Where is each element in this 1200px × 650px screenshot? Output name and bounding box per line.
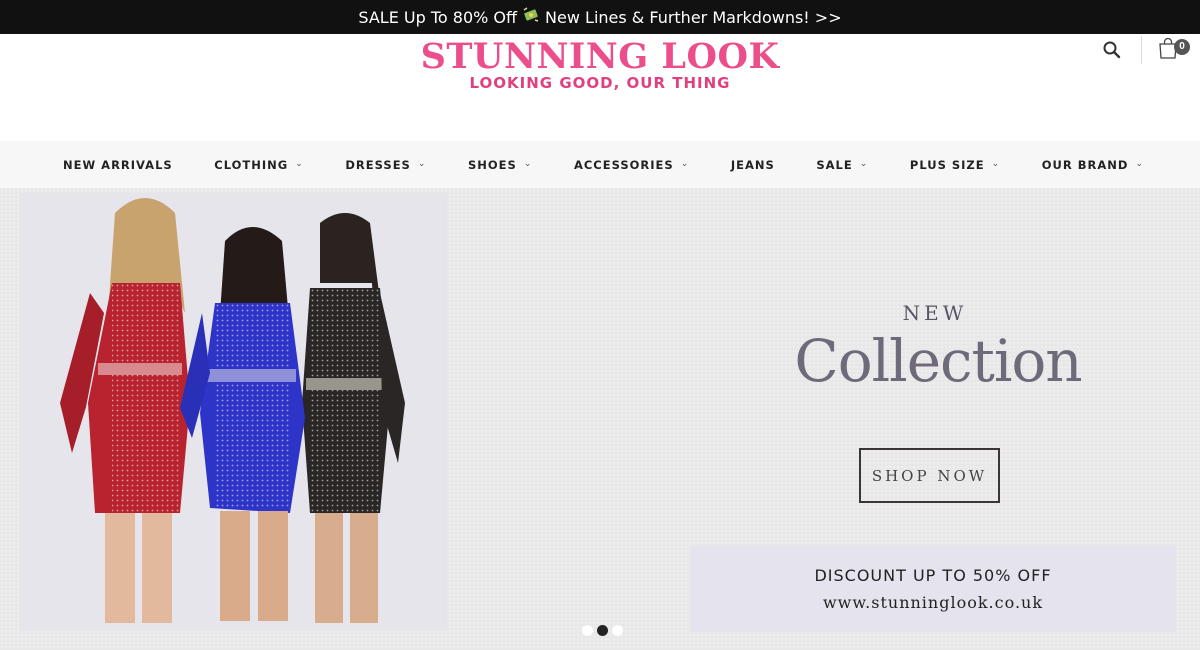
logo-title: STUNNING LOOK <box>420 36 780 77</box>
nav-item-label: PLUS SIZE <box>909 157 985 172</box>
promo-website-text: www.stunninglook.co.uk <box>822 593 1044 612</box>
hero-title: Collection <box>794 327 1082 395</box>
nav-item-our-brand[interactable]: OUR BRAND ⌄ <box>1042 158 1144 172</box>
site-logo[interactable]: STUNNING LOOK LOOKING GOOD, OUR THING <box>0 36 1200 93</box>
money-with-wings-icon <box>523 7 539 27</box>
chevron-down-icon: ⌄ <box>1135 158 1144 169</box>
nav-item-dresses[interactable]: DRESSES ⌄ <box>345 158 426 172</box>
announcement-bar[interactable]: SALE Up To 80% Off New Lines & Further M… <box>0 0 1200 34</box>
chevron-down-icon: ⌄ <box>680 158 690 169</box>
hero-models-photo[interactable] <box>20 193 447 631</box>
announcement-text: SALE Up To 80% Off <box>358 7 518 27</box>
slider-dot-3[interactable] <box>612 625 623 636</box>
nav-item-label: DRESSES <box>345 157 411 172</box>
site-header: STUNNING LOOK LOOKING GOOD, OUR THING 0 <box>0 34 1200 141</box>
logo-tagline: LOOKING GOOD, OUR THING <box>469 74 731 92</box>
header-divider <box>1141 36 1142 64</box>
nav-item-new-arrivals[interactable]: NEW ARRIVALS <box>63 158 173 172</box>
chevron-down-icon: ⌄ <box>417 158 427 169</box>
chevron-down-icon: ⌄ <box>523 158 533 169</box>
hero-kicker: NEW <box>902 301 968 325</box>
shop-now-button[interactable]: SHOP NOW <box>859 448 1000 503</box>
search-icon[interactable] <box>1101 39 1123 61</box>
nav-item-label: NEW ARRIVALS <box>63 157 173 172</box>
nav-item-label: SALE <box>816 157 853 172</box>
chevron-down-icon: ⌄ <box>859 158 869 169</box>
nav-item-label: OUR BRAND <box>1041 157 1129 172</box>
chevron-down-icon: ⌄ <box>991 158 1001 169</box>
nav-item-sale[interactable]: SALE ⌄ <box>816 158 868 172</box>
cart-count-badge: 0 <box>1174 39 1190 55</box>
slider-dot-1[interactable] <box>582 625 593 636</box>
nav-item-jeans[interactable]: JEANS <box>731 158 775 172</box>
nav-item-clothing[interactable]: CLOTHING ⌄ <box>214 158 304 172</box>
nav-item-label: CLOTHING <box>214 157 289 172</box>
slider-dot-2[interactable] <box>597 625 608 636</box>
main-nav: NEW ARRIVALS CLOTHING ⌄ DRESSES ⌄ SHOES … <box>0 141 1200 189</box>
cart-button[interactable]: 0 <box>1157 36 1191 62</box>
nav-item-accessories[interactable]: ACCESSORIES ⌄ <box>574 158 689 172</box>
nav-item-label: JEANS <box>730 157 775 172</box>
discount-promo-box: DISCOUNT UP TO 50% OFF www.stunninglook.… <box>690 546 1176 632</box>
nav-item-shoes[interactable]: SHOES ⌄ <box>468 158 532 172</box>
nav-item-label: ACCESSORIES <box>573 157 674 172</box>
hero-banner[interactable]: NEW Collection SHOP NOW DISCOUNT UP TO 5… <box>0 189 1200 650</box>
nav-item-label: SHOES <box>467 157 517 172</box>
announcement-link-text: New Lines & Further Markdowns! >> <box>545 7 842 27</box>
chevron-down-icon: ⌄ <box>295 158 304 169</box>
promo-discount-text: DISCOUNT UP TO 50% OFF <box>814 566 1052 585</box>
slider-pagination <box>582 625 623 636</box>
nav-item-plus-size[interactable]: PLUS SIZE ⌄ <box>910 158 1000 172</box>
